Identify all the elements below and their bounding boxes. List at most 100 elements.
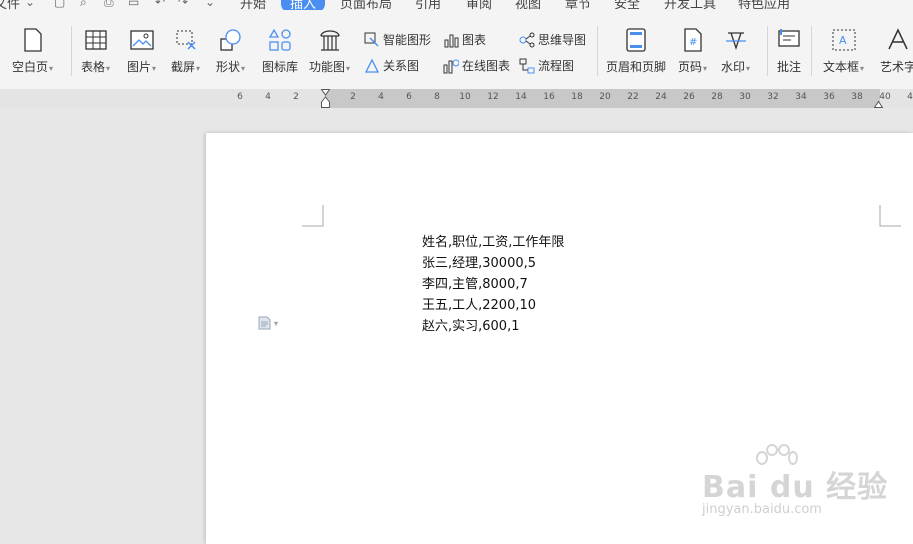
margin-corner-mark	[302, 205, 324, 227]
print-preview-icon[interactable]: ⌕	[80, 0, 87, 10]
ruler-number: 12	[487, 92, 499, 102]
flow-chart-icon	[519, 58, 535, 74]
tab-special-apps[interactable]: 特色应用	[738, 0, 790, 10]
shape-label: 形状	[216, 60, 241, 74]
online-chart-button[interactable]: 在线图表	[443, 57, 510, 74]
ruler-number: 6	[237, 92, 243, 102]
header-footer-button[interactable]: 页眉和页脚	[606, 28, 666, 75]
table-icon	[84, 28, 108, 52]
undo-icon[interactable]: ↶	[155, 0, 165, 9]
table-button[interactable]: 表格▾	[81, 28, 110, 75]
ruler-number: 4	[265, 92, 271, 102]
dropdown-arrow-icon: ▾	[196, 64, 201, 73]
margin-corner-mark	[879, 205, 901, 227]
ruler-number: 38	[851, 92, 863, 102]
menu-file[interactable]: 文件	[0, 0, 20, 10]
relation-chart-label: 关系图	[383, 59, 420, 73]
tab-page-layout[interactable]: 页面布局	[340, 0, 392, 10]
tab-developer[interactable]: 开发工具	[664, 0, 716, 10]
ruler-number: 30	[739, 92, 751, 102]
dropdown-arrow-icon: ▾	[106, 64, 111, 73]
horizontal-ruler[interactable]: 6 4 2 2 4 6 8 10 12 14 16 18 20 22 24 26…	[0, 89, 913, 108]
icon-library-icon	[268, 28, 292, 52]
dropdown-arrow-icon: ▾	[152, 64, 157, 73]
mind-map-icon	[519, 32, 535, 48]
picture-icon	[129, 28, 154, 52]
print-icon[interactable]: ⎙	[104, 0, 114, 10]
document-icon	[258, 316, 271, 330]
tab-insert[interactable]: 插入	[281, 0, 326, 10]
smart-shape-button[interactable]: 智能图形	[364, 31, 431, 48]
preview-icon[interactable]: ▭	[128, 0, 139, 9]
left-indent-marker-icon[interactable]	[321, 89, 330, 108]
ruler-number: 20	[599, 92, 611, 102]
ruler-number: 16	[543, 92, 555, 102]
art-text-label: 艺术字	[880, 60, 913, 74]
ruler-number: 28	[711, 92, 723, 102]
text-box-icon: A	[832, 28, 856, 52]
chart-label: 图表	[462, 33, 487, 47]
art-text-button[interactable]: 艺术字	[880, 28, 913, 75]
document-text-line[interactable]: 张三,经理,30000,5	[422, 252, 536, 271]
dropdown-arrow-icon: ▾	[241, 64, 246, 73]
blank-page-button[interactable]: 空白页▾	[12, 28, 53, 75]
paragraph-layout-button[interactable]: ▾	[258, 316, 278, 330]
dropdown-arrow-icon: ▾	[274, 318, 279, 328]
document-text-line[interactable]: 王五,工人,2200,10	[422, 294, 536, 313]
icon-library-button[interactable]: 图标库	[262, 28, 298, 75]
bar-chart-icon	[443, 32, 459, 48]
mind-map-button[interactable]: 思维导图	[519, 31, 586, 48]
document-text-line[interactable]: 赵六,实习,600,1	[422, 315, 519, 334]
right-indent-marker-icon[interactable]	[874, 89, 883, 108]
separator	[767, 26, 768, 76]
comment-icon	[777, 28, 801, 52]
tab-view[interactable]: 视图	[515, 0, 541, 10]
ribbon-toolbar: 空白页▾ 表格▾ 图片▾ 截屏▾ 形状▾ 图标库 功能图▾ 智能图形 关系图 图…	[0, 10, 913, 90]
document-text-line[interactable]: 姓名,职位,工资,工作年限	[422, 231, 564, 250]
function-chart-label: 功能图	[309, 60, 346, 74]
text-box-button[interactable]: A 文本框▾	[823, 28, 864, 75]
watermark-button[interactable]: 水印▾	[721, 28, 750, 75]
online-chart-icon	[443, 58, 459, 74]
tab-security[interactable]: 安全	[614, 0, 640, 10]
shape-icon	[219, 28, 243, 52]
page-number-icon: #	[681, 28, 705, 52]
ruler-number: 2	[293, 92, 299, 102]
mind-map-label: 思维导图	[538, 33, 587, 47]
text-box-label: 文本框	[823, 60, 860, 74]
dropdown-arrow-icon: ▾	[860, 64, 865, 73]
picture-label: 图片	[127, 60, 152, 74]
ruler-number: 8	[434, 92, 440, 102]
save-icon[interactable]: ▢	[54, 0, 65, 9]
redo-icon[interactable]: ↷	[178, 0, 188, 9]
flow-chart-label: 流程图	[538, 59, 575, 73]
tab-home[interactable]: 开始	[240, 0, 266, 10]
tab-chapter[interactable]: 章节	[565, 0, 591, 10]
function-chart-button[interactable]: 功能图▾	[309, 28, 350, 75]
header-footer-icon	[624, 28, 648, 52]
page-number-button[interactable]: # 页码▾	[678, 28, 707, 75]
shape-button[interactable]: 形状▾	[216, 28, 245, 75]
ruler-number: 34	[795, 92, 807, 102]
picture-button[interactable]: 图片▾	[127, 28, 156, 75]
screenshot-button[interactable]: 截屏▾	[171, 28, 200, 75]
chart-button[interactable]: 图表	[443, 31, 486, 48]
watermark-brand: Bai du 经验	[702, 470, 889, 505]
relation-chart-button[interactable]: 关系图	[364, 57, 419, 74]
ruler-number: 2	[350, 92, 356, 102]
ruler-number: 32	[767, 92, 779, 102]
screenshot-icon	[174, 28, 198, 52]
separator	[71, 26, 72, 76]
more-icon[interactable]: ⌄	[205, 0, 215, 9]
tab-reference[interactable]: 引用	[415, 0, 441, 10]
comment-button[interactable]: 批注	[777, 28, 801, 75]
dropdown-icon[interactable]: ⌄	[25, 0, 35, 9]
document-text-line[interactable]: 李四,主管,8000,7	[422, 273, 528, 292]
watermark-icon	[724, 28, 748, 52]
flow-chart-button[interactable]: 流程图	[519, 57, 574, 74]
dropdown-arrow-icon: ▾	[346, 64, 351, 73]
svg-text:#: #	[689, 37, 697, 48]
ruler-number: 18	[571, 92, 583, 102]
tab-review[interactable]: 审阅	[466, 0, 492, 10]
function-chart-icon	[318, 28, 342, 52]
